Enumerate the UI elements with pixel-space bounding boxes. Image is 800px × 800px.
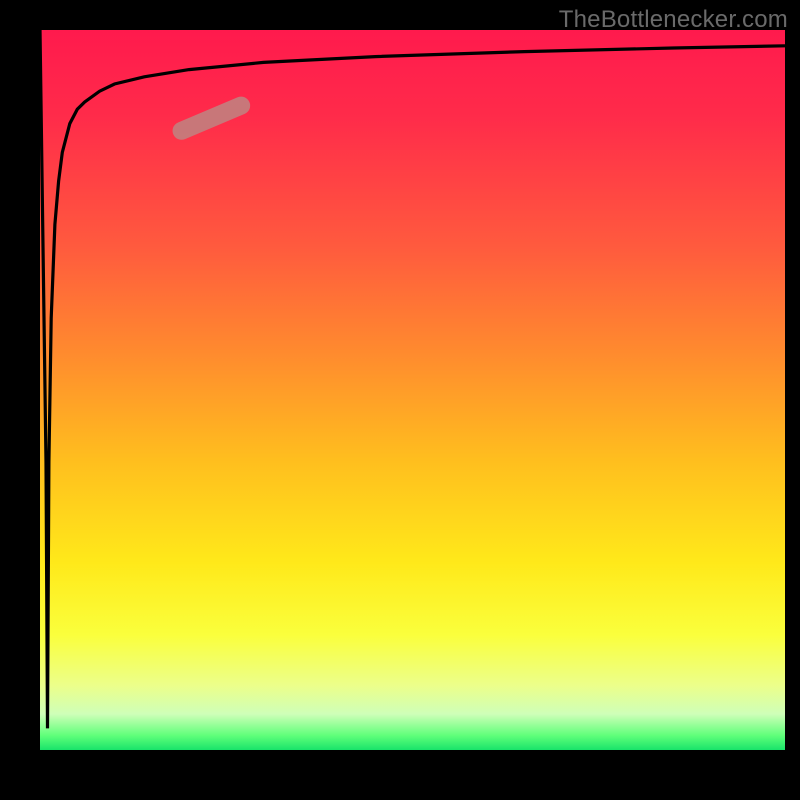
chart-frame: TheBottlenecker.com [0,0,800,800]
bottleneck-curve [40,30,785,728]
curve-layer [40,30,785,750]
highlight-marker [182,106,242,131]
plot-area [40,30,785,750]
